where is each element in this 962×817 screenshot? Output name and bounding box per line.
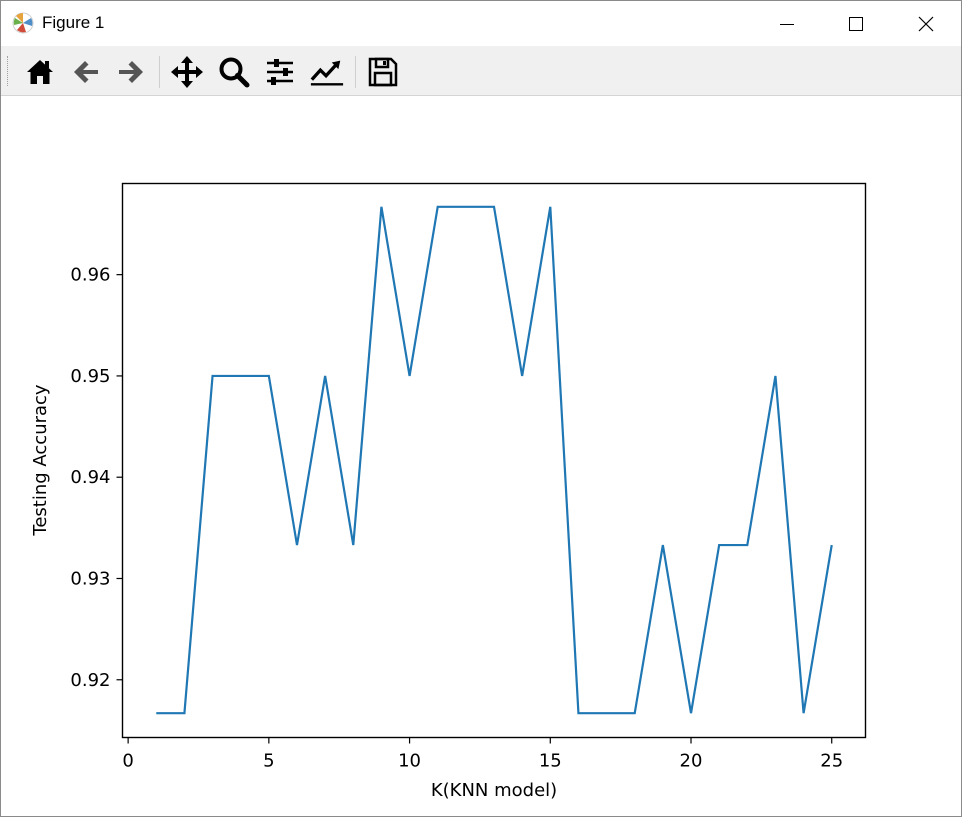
- forward-arrow-icon: [119, 61, 143, 83]
- y-tick-label: 0.93: [70, 568, 110, 589]
- y-tick-label: 0.92: [70, 670, 110, 691]
- x-tick-label: 15: [539, 751, 562, 772]
- figure-window: Figure 1 0 5 10 15 20 25 0.92 0.93 0.94 …: [0, 0, 962, 817]
- edit-axis-line-icon: [310, 60, 344, 86]
- accuracy-series-line: [156, 205, 833, 715]
- x-axis-label: K(KNN model): [431, 780, 557, 801]
- toolbar-separator: [159, 56, 160, 88]
- edit-axis-button[interactable]: [309, 54, 345, 90]
- window-title: Figure 1: [42, 13, 105, 32]
- toolbar-grip[interactable]: [7, 56, 10, 86]
- x-tick-label: 10: [398, 751, 421, 772]
- y-tick-label: 0.95: [70, 366, 110, 387]
- back-button[interactable]: [68, 54, 104, 90]
- x-tick-label: 5: [263, 751, 274, 772]
- data-line-group: [156, 205, 833, 715]
- x-tick-label: 20: [680, 751, 703, 772]
- zoom-button[interactable]: [216, 54, 252, 90]
- minimize-button[interactable]: [764, 1, 810, 46]
- configure-subplots-button[interactable]: [262, 54, 298, 90]
- maximize-icon: [849, 16, 863, 31]
- y-axis-label: Testing Accuracy: [30, 384, 51, 537]
- home-button[interactable]: [22, 54, 58, 90]
- pan-button[interactable]: [169, 54, 205, 90]
- title-bar[interactable]: Figure 1: [1, 1, 961, 46]
- close-icon: [918, 16, 934, 31]
- configure-subplots-icon: [267, 59, 293, 85]
- x-tick-label: 0: [122, 751, 133, 772]
- minimize-icon: [780, 23, 794, 25]
- chart-canvas[interactable]: 0 5 10 15 20 25 0.92 0.93 0.94 0.95 0.96 K(KNN mod…: [1, 96, 961, 816]
- y-tick-label: 0.96: [70, 265, 110, 286]
- pan-move-icon: [171, 56, 203, 88]
- axes-frame: [121, 182, 867, 739]
- maximize-button[interactable]: [833, 1, 879, 46]
- back-arrow-icon: [74, 61, 98, 83]
- x-tick-label: 25: [820, 751, 843, 772]
- toolbar-separator: [355, 56, 356, 88]
- y-tick-label: 0.94: [70, 467, 110, 488]
- save-button[interactable]: [365, 54, 401, 90]
- forward-button[interactable]: [113, 54, 149, 90]
- navigation-toolbar: [1, 46, 961, 96]
- close-button[interactable]: [903, 1, 949, 46]
- save-floppy-icon: [368, 57, 398, 87]
- zoom-magnifier-icon: [219, 57, 250, 88]
- home-icon: [27, 60, 53, 84]
- matplotlib-logo-icon: [12, 12, 34, 34]
